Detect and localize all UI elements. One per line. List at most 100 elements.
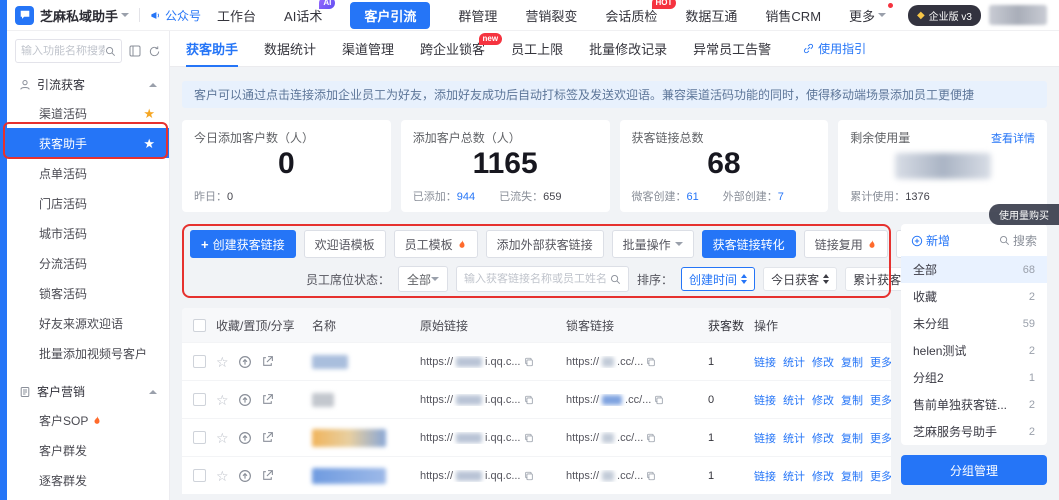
op-copy[interactable]: 复制 <box>841 392 863 408</box>
refresh-icon[interactable] <box>148 45 161 58</box>
sidebar-item-city-qr[interactable]: 城市活码 <box>7 218 169 248</box>
tab-data-statistics[interactable]: 数据统计 <box>264 31 316 67</box>
op-more[interactable]: 更多 <box>870 354 891 370</box>
group-item[interactable]: helen测试2 <box>901 337 1047 364</box>
row-checkbox[interactable] <box>193 469 206 482</box>
group-search-button[interactable]: 搜索 <box>999 232 1037 249</box>
sidebar-item-chase-broadcast[interactable]: 逐客群发 <box>7 465 169 495</box>
op-link[interactable]: 链接 <box>754 392 776 408</box>
sidebar-item-acquisition-assistant[interactable]: 获客助手★ <box>7 128 169 158</box>
sidebar-item-friend-source-welcome[interactable]: 好友来源欢迎语 <box>7 308 169 338</box>
group-item[interactable]: 分组21 <box>901 364 1047 391</box>
op-edit[interactable]: 修改 <box>812 430 834 446</box>
op-copy[interactable]: 复制 <box>841 430 863 446</box>
tab-cross-enterprise-lock[interactable]: 跨企业锁客new <box>420 31 485 67</box>
group-item-all[interactable]: 全部68 <box>901 256 1047 283</box>
op-edit[interactable]: 修改 <box>812 392 834 408</box>
nav-item-chat-inspection[interactable]: 会话质检HOT <box>605 6 657 25</box>
copy-icon[interactable] <box>646 357 656 367</box>
sidebar-item-batch-add-video-customers[interactable]: 批量添加视频号客户 <box>7 338 169 368</box>
sidebar-item-customer-sop[interactable]: 客户SOP <box>7 405 169 435</box>
op-copy[interactable]: 复制 <box>841 468 863 484</box>
favorite-star-icon[interactable]: ☆ <box>216 393 229 407</box>
row-checkbox[interactable] <box>193 355 206 368</box>
brand-chevron-down-icon[interactable] <box>121 13 129 17</box>
edition-badge[interactable]: ◆ 企业版 v3 <box>908 5 981 26</box>
row-checkbox[interactable] <box>193 431 206 444</box>
sidebar-item-order-qr[interactable]: 点单活码 <box>7 158 169 188</box>
op-more[interactable]: 更多 <box>870 430 891 446</box>
sidebar-section-acquisition[interactable]: 引流获客 <box>7 69 169 98</box>
share-icon[interactable] <box>261 431 274 444</box>
pin-top-icon[interactable] <box>238 469 252 483</box>
search-icon[interactable] <box>105 46 116 57</box>
op-link[interactable]: 链接 <box>754 354 776 370</box>
account-type-switch[interactable]: 公众号 <box>150 7 201 24</box>
view-details-link[interactable]: 查看详情 <box>991 130 1035 146</box>
select-all-checkbox[interactable] <box>193 319 206 332</box>
nav-item-more[interactable]: 更多 <box>849 6 886 25</box>
group-item[interactable]: 芝麻服务号助手2 <box>901 418 1047 445</box>
favorite-star-icon[interactable]: ☆ <box>216 355 229 369</box>
share-icon[interactable] <box>261 355 274 368</box>
copy-icon[interactable] <box>524 433 534 443</box>
pin-top-icon[interactable] <box>238 393 252 407</box>
usage-purchase-tag[interactable]: 使用量购买 <box>989 204 1059 225</box>
batch-operation-button[interactable]: 批量操作 <box>612 230 694 258</box>
copy-icon[interactable] <box>524 471 534 481</box>
tab-channel-management[interactable]: 渠道管理 <box>342 31 394 67</box>
op-edit[interactable]: 修改 <box>812 468 834 484</box>
favorite-star-icon[interactable]: ☆ <box>216 469 229 483</box>
seat-status-select[interactable]: 全部 <box>398 266 448 292</box>
op-stats[interactable]: 统计 <box>783 392 805 408</box>
row-checkbox[interactable] <box>193 393 206 406</box>
sidebar-item-lock-qr[interactable]: 锁客活码 <box>7 278 169 308</box>
op-stats[interactable]: 统计 <box>783 354 805 370</box>
link-reuse-button[interactable]: 链接复用 <box>804 230 888 258</box>
tab-acquisition-assistant[interactable]: 获客助手 <box>186 31 238 67</box>
op-copy[interactable]: 复制 <box>841 354 863 370</box>
group-item-favorites[interactable]: 收藏2 <box>901 283 1047 310</box>
copy-icon[interactable] <box>654 395 664 405</box>
group-manage-button[interactable]: 分组管理 <box>901 455 1047 485</box>
group-item[interactable]: 售前单独获客链...2 <box>901 391 1047 418</box>
nav-item-sales-crm[interactable]: 销售CRM <box>765 6 821 25</box>
welcome-template-button[interactable]: 欢迎语模板 <box>304 230 386 258</box>
table-search-input[interactable] <box>464 273 606 285</box>
collapse-icon[interactable] <box>128 44 142 58</box>
pin-top-icon[interactable] <box>238 431 252 445</box>
op-more[interactable]: 更多 <box>870 392 891 408</box>
sidebar-item-customer-broadcast[interactable]: 客户群发 <box>7 435 169 465</box>
share-icon[interactable] <box>261 469 274 482</box>
user-avatar[interactable] <box>989 5 1047 25</box>
favorite-star-icon[interactable]: ☆ <box>216 431 229 445</box>
add-external-link-button[interactable]: 添加外部获客链接 <box>486 230 604 258</box>
sort-today-acquired[interactable]: 今日获客 <box>763 267 837 291</box>
nav-item-customer-acquisition[interactable]: 客户引流 <box>350 2 430 29</box>
share-icon[interactable] <box>261 393 274 406</box>
pin-top-icon[interactable] <box>238 355 252 369</box>
sidebar-item-channel-qr[interactable]: 渠道活码★ <box>7 98 169 128</box>
usage-guide-link[interactable]: 使用指引 <box>803 40 866 57</box>
copy-icon[interactable] <box>646 471 656 481</box>
sidebar-section-marketing[interactable]: 客户营销 <box>7 376 169 405</box>
nav-item-ai-script[interactable]: AI话术AI <box>284 6 322 25</box>
tab-abnormal-staff-alert[interactable]: 异常员工告警 <box>693 31 771 67</box>
sidebar-item-store-qr[interactable]: 门店活码 <box>7 188 169 218</box>
copy-icon[interactable] <box>524 395 534 405</box>
staff-template-button[interactable]: 员工模板 <box>394 230 478 258</box>
search-icon[interactable] <box>610 274 621 285</box>
sidebar-search-input[interactable] <box>21 45 105 57</box>
op-edit[interactable]: 修改 <box>812 354 834 370</box>
op-stats[interactable]: 统计 <box>783 430 805 446</box>
sidebar-item-split-qr[interactable]: 分流活码 <box>7 248 169 278</box>
op-link[interactable]: 链接 <box>754 468 776 484</box>
nav-item-marketing-fission[interactable]: 营销裂变 <box>525 6 577 25</box>
op-link[interactable]: 链接 <box>754 430 776 446</box>
favorite-star-icon[interactable]: ★ <box>143 137 155 150</box>
copy-icon[interactable] <box>646 433 656 443</box>
nav-item-workbench[interactable]: 工作台 <box>217 6 256 25</box>
op-more[interactable]: 更多 <box>870 468 891 484</box>
add-group-button[interactable]: 新增 <box>911 232 950 249</box>
tab-staff-limit[interactable]: 员工上限 <box>511 31 563 67</box>
